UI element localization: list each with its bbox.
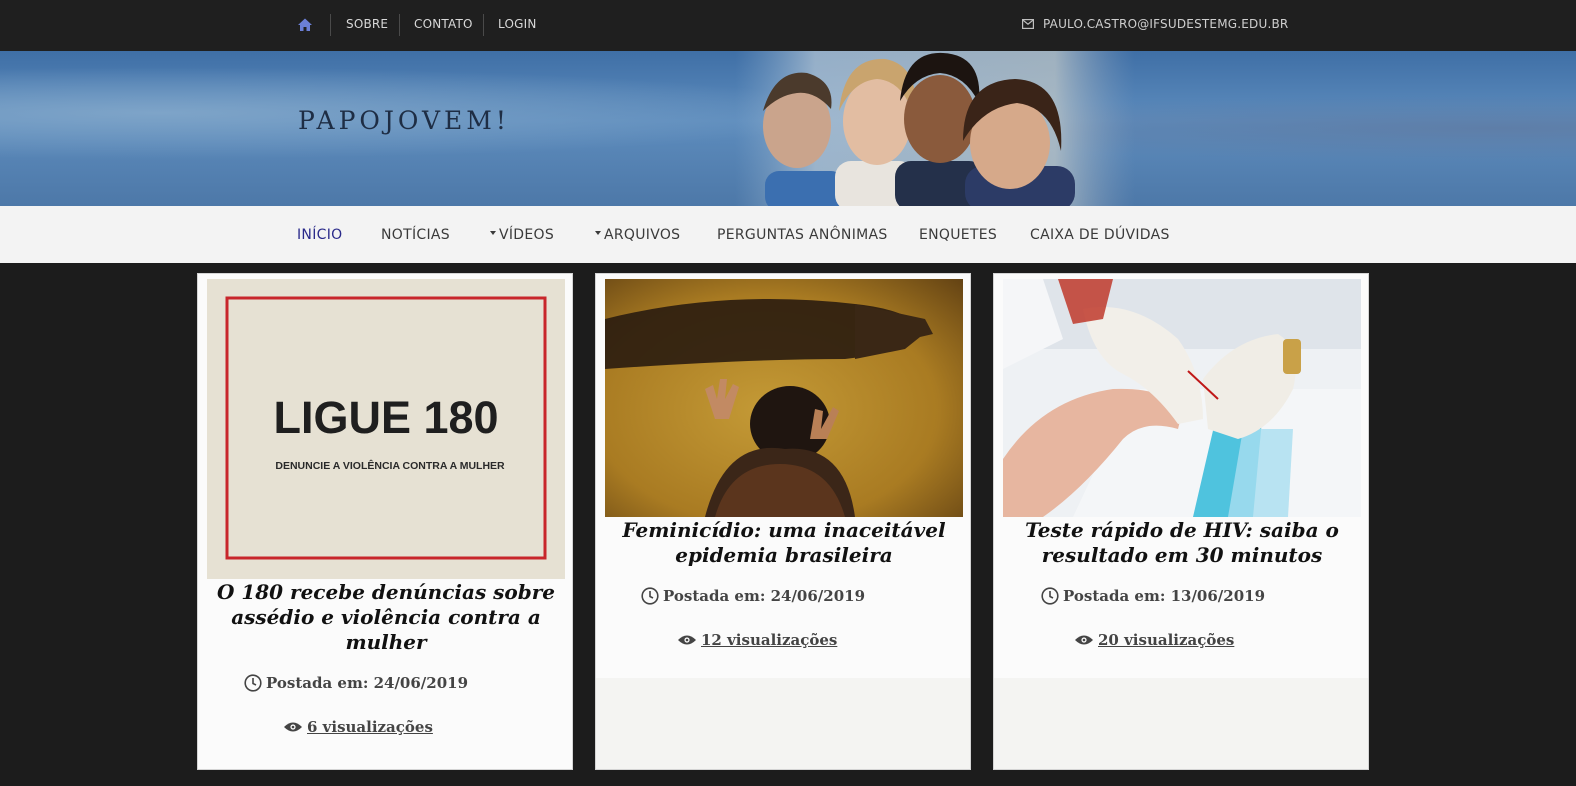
post-date-text: Postada em: 24/06/2019 (663, 587, 866, 605)
post-thumbnail[interactable] (605, 279, 963, 517)
site-title[interactable]: PAPOJOVEM! (298, 106, 510, 135)
post-date: Postada em: 24/06/2019 (244, 674, 468, 692)
post-thumbnail[interactable]: LIGUE 180 DENUNCIE A VIOLÊNCIA CONTRA A … (207, 279, 565, 579)
views-link[interactable]: 6 visualizações (307, 718, 433, 736)
post-title[interactable]: Teste rápido de HIV: saiba o resultado e… (1002, 518, 1362, 568)
caret-down-icon (490, 231, 496, 235)
nav-item-enquetes[interactable]: ENQUETES (919, 227, 997, 243)
clock-icon (1041, 587, 1059, 605)
nav-item-perguntas-anonimas[interactable]: PERGUNTAS ANÔNIMAS (717, 227, 888, 243)
clock-icon (641, 587, 659, 605)
views-link[interactable]: 20 visualizações (1098, 631, 1234, 649)
post-title[interactable]: Feminicídio: uma inaceitável epidemia br… (604, 518, 964, 568)
eye-icon (1075, 635, 1093, 645)
top-link-sobre[interactable]: SOBRE (346, 17, 388, 31)
clock-icon (244, 674, 262, 692)
divider (483, 14, 484, 36)
eye-icon (284, 722, 302, 732)
ligue-180-image: LIGUE 180 DENUNCIE A VIOLÊNCIA CONTRA A … (207, 279, 565, 579)
caret-down-icon (595, 231, 601, 235)
post-card: Feminicídio: uma inaceitável epidemia br… (595, 273, 971, 770)
header-banner: PAPOJOVEM! (0, 51, 1576, 206)
post-views: 20 visualizações (1074, 631, 1234, 649)
nav-item-videos[interactable]: VÍDEOS (490, 227, 554, 243)
top-link-contato[interactable]: CONTATO (414, 17, 473, 31)
eye-icon (678, 635, 696, 645)
envelope-icon (1022, 19, 1034, 29)
card-footer (994, 678, 1368, 769)
post-thumbnail[interactable] (1003, 279, 1361, 517)
main-navigation: INÍCIO NOTÍCIAS VÍDEOS ARQUIVOS PERGUNTA… (0, 206, 1576, 263)
home-icon[interactable] (297, 17, 313, 33)
post-date-text: Postada em: 13/06/2019 (1063, 587, 1266, 605)
post-date: Postada em: 13/06/2019 (1041, 587, 1265, 605)
post-card: LIGUE 180 DENUNCIE A VIOLÊNCIA CONTRA A … (197, 273, 573, 770)
post-card: Teste rápido de HIV: saiba o resultado e… (993, 273, 1369, 770)
post-title[interactable]: O 180 recebe denúncias sobre assédio e v… (206, 580, 566, 655)
top-bar: SOBRE CONTATO LOGIN PAULO.CASTRO@IFSUDES… (0, 0, 1576, 51)
hiv-test-photo (1003, 279, 1361, 517)
nav-item-arquivos[interactable]: ARQUIVOS (595, 227, 680, 243)
violence-photo (605, 279, 963, 517)
post-views: 6 visualizações (283, 718, 433, 736)
nav-item-noticias[interactable]: NOTÍCIAS (381, 227, 450, 243)
post-date-text: Postada em: 24/06/2019 (266, 674, 469, 692)
card-footer (596, 678, 970, 769)
divider (330, 14, 331, 36)
top-link-login[interactable]: LOGIN (498, 17, 537, 31)
teenagers-photo (735, 51, 1135, 206)
contact-email-link[interactable]: PAULO.CASTRO@IFSUDESTEMG.EDU.BR (1043, 17, 1288, 31)
nav-item-caixa-de-duvidas[interactable]: CAIXA DE DÚVIDAS (1030, 227, 1170, 243)
nav-item-inicio[interactable]: INÍCIO (297, 227, 342, 243)
image-headline: LIGUE 180 (273, 392, 498, 443)
image-subline: DENUNCIE A VIOLÊNCIA CONTRA A MULHER (275, 459, 505, 472)
views-link[interactable]: 12 visualizações (701, 631, 837, 649)
post-date: Postada em: 24/06/2019 (641, 587, 865, 605)
nav-item-label: VÍDEOS (499, 227, 555, 243)
post-views: 12 visualizações (677, 631, 837, 649)
divider (399, 14, 400, 36)
nav-item-label: ARQUIVOS (604, 227, 681, 243)
